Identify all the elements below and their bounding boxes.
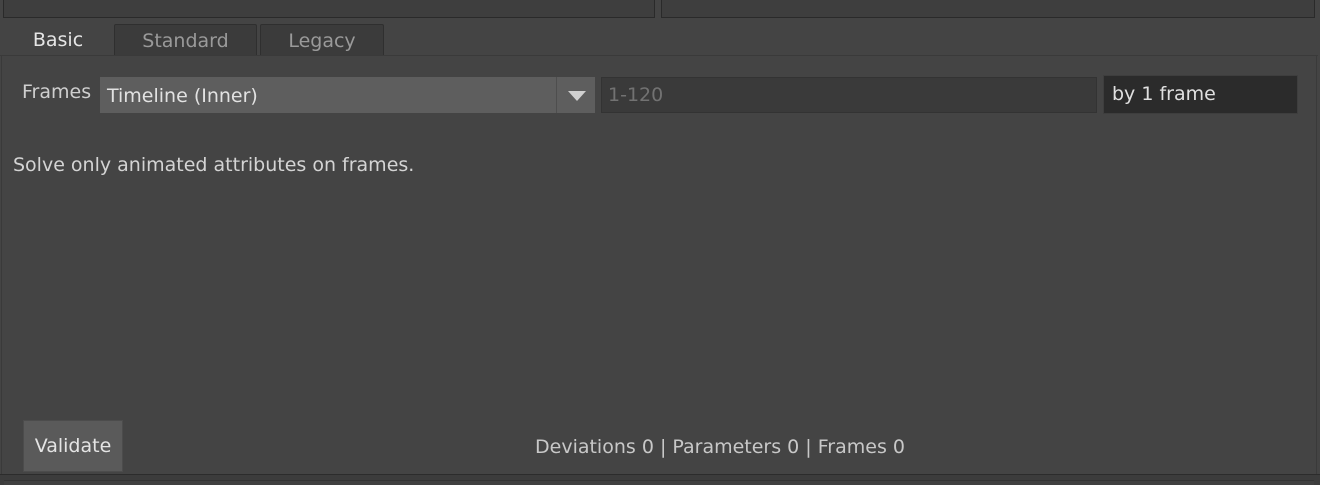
tab-basic[interactable]: Basic — [4, 24, 112, 56]
mode-description: Solve only animated attributes on frames… — [13, 154, 415, 176]
chevron-down-icon[interactable] — [568, 91, 586, 101]
solver-status: Deviations 0 | Parameters 0 | Frames 0 — [535, 436, 905, 458]
bottom-inner-panel — [4, 480, 1314, 485]
tab-bar-divider — [0, 55, 1318, 56]
validate-button[interactable]: Validate — [23, 420, 123, 472]
frames-mode-dropdown[interactable]: Timeline (Inner) — [100, 77, 595, 113]
panel-left-edge — [1, 56, 2, 474]
tab-bar: Basic Standard Legacy — [0, 22, 1320, 56]
frame-step-field[interactable]: by 1 frame — [1103, 75, 1298, 114]
panel-right-edge — [1316, 56, 1317, 474]
tab-legacy[interactable]: Legacy — [260, 24, 384, 56]
solver-panel: Basic Standard Legacy Frames Timeline (I… — [0, 0, 1320, 485]
dropdown-separator — [556, 77, 557, 113]
frame-range-input[interactable] — [601, 77, 1097, 113]
frames-mode-value: Timeline (Inner) — [107, 85, 258, 107]
top-right-panel — [661, 0, 1315, 18]
frames-label: Frames — [22, 81, 92, 103]
top-left-panel — [3, 0, 655, 18]
tab-standard[interactable]: Standard — [114, 24, 257, 56]
